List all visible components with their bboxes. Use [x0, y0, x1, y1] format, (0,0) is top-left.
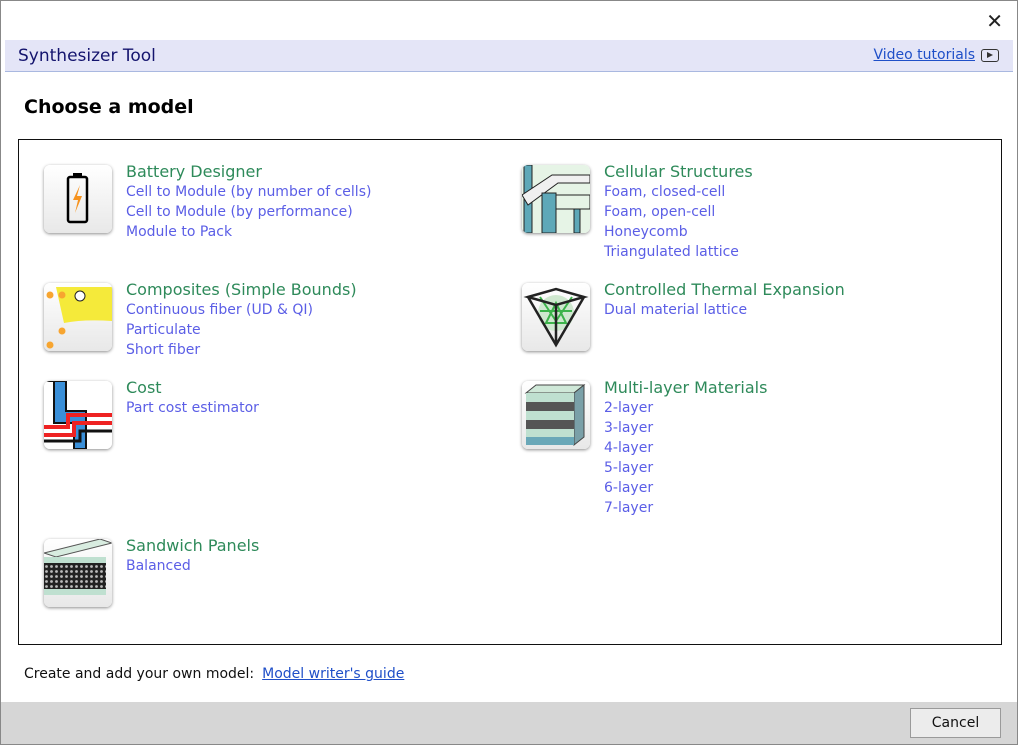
model-title[interactable]: Multi-layer Materials [604, 378, 767, 398]
lattice-cube-icon [522, 283, 590, 351]
model-link[interactable]: Balanced [126, 556, 259, 576]
model-writers-guide-link[interactable]: Model writer's guide [262, 666, 404, 682]
model-link[interactable]: Cell to Module (by number of cells) [126, 182, 371, 202]
close-icon[interactable]: ✕ [986, 9, 1003, 33]
model-link[interactable]: 7-layer [604, 498, 767, 518]
composites-icon [44, 283, 112, 351]
app-header: Synthesizer Tool Video tutorials [5, 40, 1013, 72]
model-title[interactable]: Battery Designer [126, 162, 371, 182]
model-link[interactable]: Module to Pack [126, 222, 371, 242]
page-title: Choose a model [24, 96, 194, 118]
model-title[interactable]: Cost [126, 378, 259, 398]
cancel-button[interactable]: Cancel [910, 708, 1001, 738]
model-link[interactable]: Triangulated lattice [604, 242, 753, 262]
play-video-icon [981, 48, 999, 62]
sandwich-panel-icon [44, 539, 112, 607]
model-panel: Battery Designer Cell to Module (by numb… [18, 139, 1002, 645]
model-link[interactable]: Cell to Module (by performance) [126, 202, 371, 222]
model-link[interactable]: 6-layer [604, 478, 767, 498]
cost-icon [44, 381, 112, 449]
model-link[interactable]: 2-layer [604, 398, 767, 418]
model-link[interactable]: 5-layer [604, 458, 767, 478]
model-link[interactable]: Particulate [126, 320, 357, 340]
model-link[interactable]: 4-layer [604, 438, 767, 458]
model-link[interactable]: Part cost estimator [126, 398, 259, 418]
model-link[interactable]: Short fiber [126, 340, 357, 360]
model-title[interactable]: Composites (Simple Bounds) [126, 280, 357, 300]
battery-icon [44, 165, 112, 233]
create-model-label: Create and add your own model: [24, 666, 255, 682]
video-tutorials-label: Video tutorials [873, 47, 976, 63]
create-model-note: Create and add your own model: Model writ… [24, 666, 404, 682]
model-link[interactable]: 3-layer [604, 418, 767, 438]
app-title: Synthesizer Tool [18, 46, 156, 66]
model-link[interactable]: Honeycomb [604, 222, 753, 242]
model-link[interactable]: Foam, closed-cell [604, 182, 753, 202]
model-link[interactable]: Continuous fiber (UD & QI) [126, 300, 357, 320]
model-title[interactable]: Sandwich Panels [126, 536, 259, 556]
model-link[interactable]: Foam, open-cell [604, 202, 753, 222]
cellular-structure-icon [522, 165, 590, 233]
model-title[interactable]: Cellular Structures [604, 162, 753, 182]
button-bar: Cancel [1, 702, 1017, 744]
video-tutorials-link[interactable]: Video tutorials [873, 47, 999, 63]
model-title[interactable]: Controlled Thermal Expansion [604, 280, 845, 300]
model-link[interactable]: Dual material lattice [604, 300, 845, 320]
multi-layer-icon [522, 381, 590, 449]
